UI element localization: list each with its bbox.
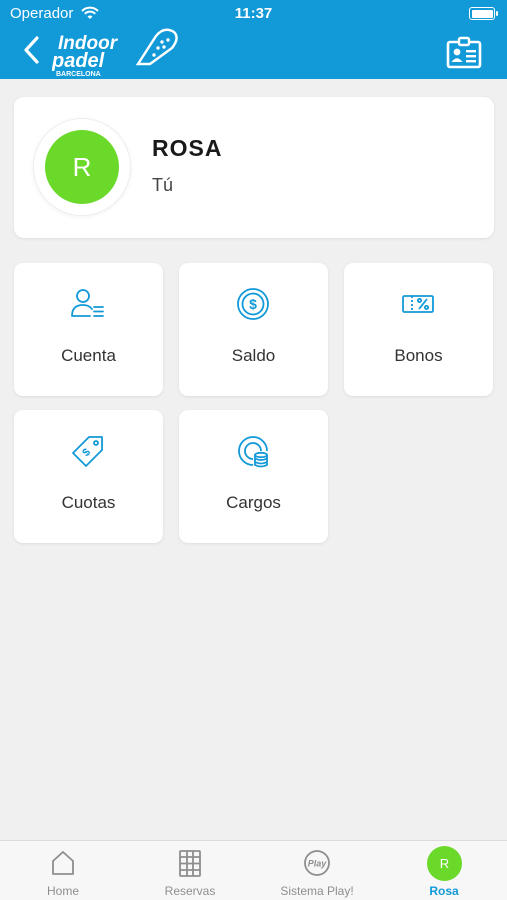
bonos-label: Bonos — [394, 346, 443, 365]
tab-home-label: Home — [46, 884, 79, 898]
tab-sistema-play[interactable]: Play Sistema Play! — [254, 841, 380, 900]
tab-avatar: R — [427, 846, 462, 881]
bonos-tile[interactable]: Bonos — [344, 263, 493, 396]
home-icon — [52, 851, 74, 875]
cuotas-label: Cuotas — [61, 493, 116, 512]
user-account-icon — [71, 289, 104, 317]
cargos-label: Cargos — [226, 493, 281, 512]
play-icon-text: Play — [308, 859, 328, 869]
tab-bar: Home Reservas Play Sistema Play! R Rosa — [0, 840, 507, 900]
back-chevron-icon[interactable] — [18, 32, 48, 68]
voucher-ticket-icon — [402, 295, 434, 313]
tab-reservas-label: Reservas — [164, 884, 216, 898]
indoor-padel-logo: Indoor padel BARCELONA — [52, 28, 178, 78]
status-time: 11:37 — [234, 5, 273, 22]
status-bar: Operador 11:37 — [0, 0, 507, 28]
avatar: R — [45, 130, 119, 204]
tab-rosa[interactable]: R Rosa — [381, 841, 507, 900]
dollar-coin-icon: $ — [237, 288, 269, 320]
price-tag-icon: $ — [72, 436, 103, 467]
cuenta-tile[interactable]: Cuenta — [14, 263, 163, 396]
cargos-tile[interactable]: Cargos — [179, 410, 328, 543]
cuenta-label: Cuenta — [61, 346, 116, 365]
svg-text:$: $ — [249, 296, 257, 312]
profile-card: R ROSA Tú — [14, 97, 494, 238]
coin-stack-icon — [238, 436, 268, 468]
saldo-label: Saldo — [231, 346, 276, 365]
profile-subtitle: Tú — [152, 175, 174, 195]
saldo-tile[interactable]: $ Saldo — [179, 263, 328, 396]
play-ball-icon: Play — [304, 850, 330, 876]
app-header: Operador 11:37 Indoor padel BARCELONA — [0, 0, 507, 79]
id-card-icon[interactable] — [444, 35, 484, 71]
tab-rosa-label: Rosa — [429, 884, 459, 898]
cuotas-tile[interactable]: $ Cuotas — [14, 410, 163, 543]
svg-text:$: $ — [80, 446, 93, 459]
battery-icon — [469, 7, 498, 20]
tab-home[interactable]: Home — [0, 841, 126, 900]
tab-sistema-play-label: Sistema Play! — [280, 884, 354, 898]
profile-name: ROSA — [152, 135, 223, 161]
tab-reservas[interactable]: Reservas — [127, 841, 253, 900]
logo-line-padel: padel — [52, 50, 105, 72]
avatar-ring: R — [34, 119, 130, 215]
court-icon — [179, 850, 201, 877]
logo-line-barcelona: BARCELONA — [56, 71, 101, 78]
